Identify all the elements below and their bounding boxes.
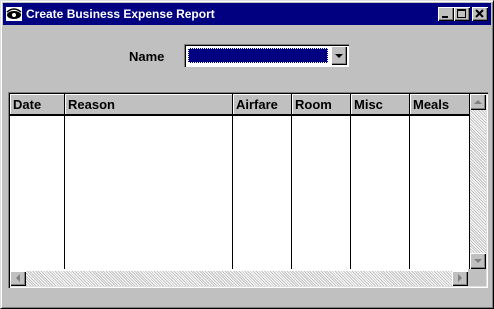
chevron-right-icon (458, 274, 462, 282)
column-header-date[interactable]: Date (10, 94, 65, 114)
maximize-icon (457, 9, 466, 18)
grid-header: Date Reason Airfare Room Misc Meals (10, 94, 470, 116)
vertical-scrollbar[interactable] (470, 94, 486, 269)
title-bar[interactable]: Create Business Expense Report (3, 3, 491, 25)
column-header-misc[interactable]: Misc (351, 94, 410, 114)
chevron-down-icon (335, 54, 343, 58)
column-divider (409, 114, 410, 269)
scroll-right-button[interactable] (452, 271, 468, 286)
chevron-left-icon (16, 274, 20, 282)
name-label: Name (129, 49, 165, 64)
column-divider (232, 114, 233, 269)
close-icon (475, 9, 484, 18)
eye-icon[interactable] (6, 7, 22, 21)
window-title: Create Business Expense Report (26, 7, 215, 21)
scrollbar-corner (468, 269, 486, 286)
scroll-up-button[interactable] (470, 94, 486, 110)
column-divider (291, 114, 292, 269)
chevron-down-icon (474, 259, 482, 263)
scroll-left-button[interactable] (10, 271, 26, 286)
column-header-airfare[interactable]: Airfare (233, 94, 292, 114)
horizontal-scrollbar[interactable] (10, 271, 468, 286)
name-combobox[interactable] (184, 44, 349, 67)
column-header-reason[interactable]: Reason (65, 94, 233, 114)
dropdown-button[interactable] (331, 46, 347, 65)
close-button[interactable] (472, 7, 488, 21)
column-header-meals[interactable]: Meals (410, 94, 470, 114)
name-combobox-value[interactable] (188, 48, 328, 63)
scroll-down-button[interactable] (470, 253, 486, 269)
minimize-button[interactable] (438, 7, 454, 21)
chevron-up-icon (474, 100, 482, 104)
column-divider (64, 114, 65, 269)
expense-grid[interactable]: Date Reason Airfare Room Misc Meals (8, 92, 488, 288)
maximize-button[interactable] (454, 7, 470, 21)
column-header-room[interactable]: Room (292, 94, 351, 114)
minimize-icon (442, 16, 448, 18)
column-divider (350, 114, 351, 269)
expense-report-window: Create Business Expense Report Name Date… (0, 0, 494, 309)
